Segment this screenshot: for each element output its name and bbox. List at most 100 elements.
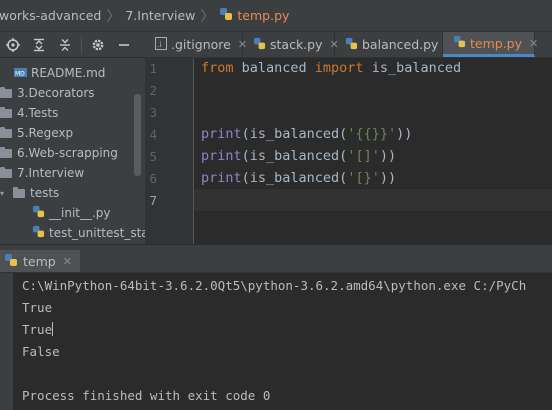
expand-all-icon[interactable] <box>26 32 52 57</box>
project-toolbar <box>0 32 145 57</box>
console-output-line: True <box>22 300 53 315</box>
navigation-bar: works-advanced 〉 7.Interview 〉 temp.py <box>0 0 552 32</box>
console-output-text: True <box>22 322 53 337</box>
line-number: 1 <box>149 61 157 76</box>
code-editor[interactable]: 1 2 3 4 5 6 7 from balanced import is_ba… <box>145 58 552 244</box>
python-file-icon <box>32 205 45 221</box>
call-text: (is_balanced( <box>241 170 348 186</box>
close-icon[interactable]: ✕ <box>529 37 538 50</box>
folder-icon <box>0 126 12 138</box>
gear-icon[interactable] <box>85 32 111 57</box>
gitignore-file-icon: .i <box>155 36 167 53</box>
markdown-file-icon: MD <box>14 65 27 81</box>
breadcrumb-project[interactable]: works-advanced <box>0 8 101 23</box>
tree-item-label: README.md <box>31 66 106 80</box>
expand-arrow-icon[interactable]: ▾ <box>0 189 10 198</box>
python-file-icon <box>253 37 266 53</box>
run-panel-header: temp ✕ <box>0 250 552 273</box>
run-console[interactable]: C:\WinPython-64bit-3.6.2.0Qt5\python-3.6… <box>13 273 552 410</box>
folder-icon <box>0 106 12 118</box>
tree-item-3-decorators[interactable]: 3.Decorators <box>0 83 95 103</box>
console-output-line: True <box>22 322 54 337</box>
folder-icon <box>0 166 12 178</box>
keyword: from <box>201 60 234 76</box>
tree-item-label: 3.Decorators <box>17 86 95 100</box>
call-text: (is_balanced( <box>241 148 348 164</box>
tab-label: temp.py <box>470 35 523 51</box>
run-toolbar-strip <box>0 273 13 410</box>
import-name: is_balanced <box>363 60 462 76</box>
tree-item-label: 5.Regexp <box>17 126 74 140</box>
locate-icon[interactable] <box>0 32 26 57</box>
tree-item-5-regexp[interactable]: 5.Regexp <box>0 123 73 143</box>
keyword: import <box>314 60 364 76</box>
collapse-all-icon[interactable] <box>52 32 78 57</box>
code-line-1: from balanced import is_balanced <box>201 60 461 76</box>
tree-item-label: __init__.py <box>49 206 111 220</box>
run-tab-temp[interactable]: temp ✕ <box>0 250 80 272</box>
tree-item-label: 4.Tests <box>17 106 59 120</box>
console-output-line: False <box>22 344 60 359</box>
tab-balanced-py[interactable]: balanced.py ✕ <box>335 32 455 57</box>
call-close: )) <box>396 126 413 142</box>
breadcrumb-file[interactable]: temp.py <box>237 8 289 23</box>
tree-item-6-web-scrapping[interactable]: 6.Web-scrapping <box>0 143 118 163</box>
code-line-6: print(is_balanced('[}')) <box>201 170 396 186</box>
line-number: 2 <box>149 83 157 98</box>
python-file-icon <box>453 35 466 51</box>
builtin-name: print <box>201 126 242 142</box>
tab-gitignore[interactable]: .i .gitignore ✕ <box>145 32 247 57</box>
tree-item-label: 7.Interview <box>17 166 85 180</box>
close-icon[interactable]: ✕ <box>63 255 72 268</box>
tree-scrollbar[interactable] <box>134 94 141 176</box>
toolbar-separator <box>81 36 82 53</box>
python-file-icon <box>345 37 358 53</box>
breadcrumb-separator: 〉 <box>200 8 215 25</box>
tab-stack-py[interactable]: stack.py ✕ <box>243 32 339 57</box>
string-literal: '[}' <box>347 170 380 186</box>
code-line-4: print(is_balanced('{{}}')) <box>201 126 412 142</box>
builtin-name: print <box>201 170 242 186</box>
tab-label: balanced.py <box>362 37 439 52</box>
console-exit-message: Process finished with exit code 0 <box>22 388 271 403</box>
module-name: balanced <box>233 60 315 76</box>
tree-item-init-py[interactable]: __init__.py <box>32 203 111 223</box>
tree-item-label: test_unittest_stack <box>49 226 145 240</box>
editor-tabs: .i .gitignore ✕ stack.py ✕ balanced.py ✕… <box>145 32 552 58</box>
project-tree: ⋯ MD README.md 3.Decorators 4.Tests 5.Re… <box>0 58 145 244</box>
current-line-highlight <box>194 189 552 211</box>
truncated-row-marker: ⋯ <box>34 58 45 61</box>
breadcrumb-separator: 〉 <box>106 8 121 25</box>
string-literal: '[]' <box>347 148 380 164</box>
tree-item-tests[interactable]: ▾ tests <box>0 183 59 203</box>
call-text: (is_balanced( <box>241 126 348 142</box>
string-literal: '{{}}' <box>347 126 397 142</box>
tab-temp-py[interactable]: temp.py ✕ <box>443 32 538 57</box>
line-number: 7 <box>149 193 157 208</box>
folder-icon <box>0 86 12 98</box>
text-cursor <box>52 322 54 336</box>
call-close: )) <box>379 170 397 186</box>
tree-item-test-unittest-stack[interactable]: test_unittest_stack <box>32 223 145 243</box>
folder-icon <box>13 186 25 198</box>
python-file-icon <box>219 7 233 24</box>
line-number-gutter: 1 2 3 4 5 6 7 <box>145 58 194 244</box>
code-line-5: print(is_balanced('[]')) <box>201 148 396 164</box>
line-number: 4 <box>149 127 157 142</box>
tab-label: stack.py <box>270 37 323 52</box>
tree-item-label: 6.Web-scrapping <box>17 146 118 160</box>
tree-item-4-tests[interactable]: 4.Tests <box>0 103 58 123</box>
builtin-name: print <box>201 148 242 164</box>
tree-item-7-interview[interactable]: 7.Interview <box>0 163 84 183</box>
console-command-line: C:\WinPython-64bit-3.6.2.0Qt5\python-3.6… <box>22 278 527 293</box>
folder-icon <box>0 146 12 158</box>
minimize-icon[interactable] <box>111 32 137 57</box>
tree-item-label: tests <box>30 186 60 200</box>
python-file-icon <box>32 225 45 241</box>
run-tab-label: temp <box>23 253 56 269</box>
line-number: 6 <box>149 171 157 186</box>
svg-text:MD: MD <box>15 71 25 78</box>
breadcrumb-folder[interactable]: 7.Interview <box>125 8 195 23</box>
tree-item-readme[interactable]: MD README.md <box>14 63 105 83</box>
line-number: 5 <box>149 149 157 164</box>
